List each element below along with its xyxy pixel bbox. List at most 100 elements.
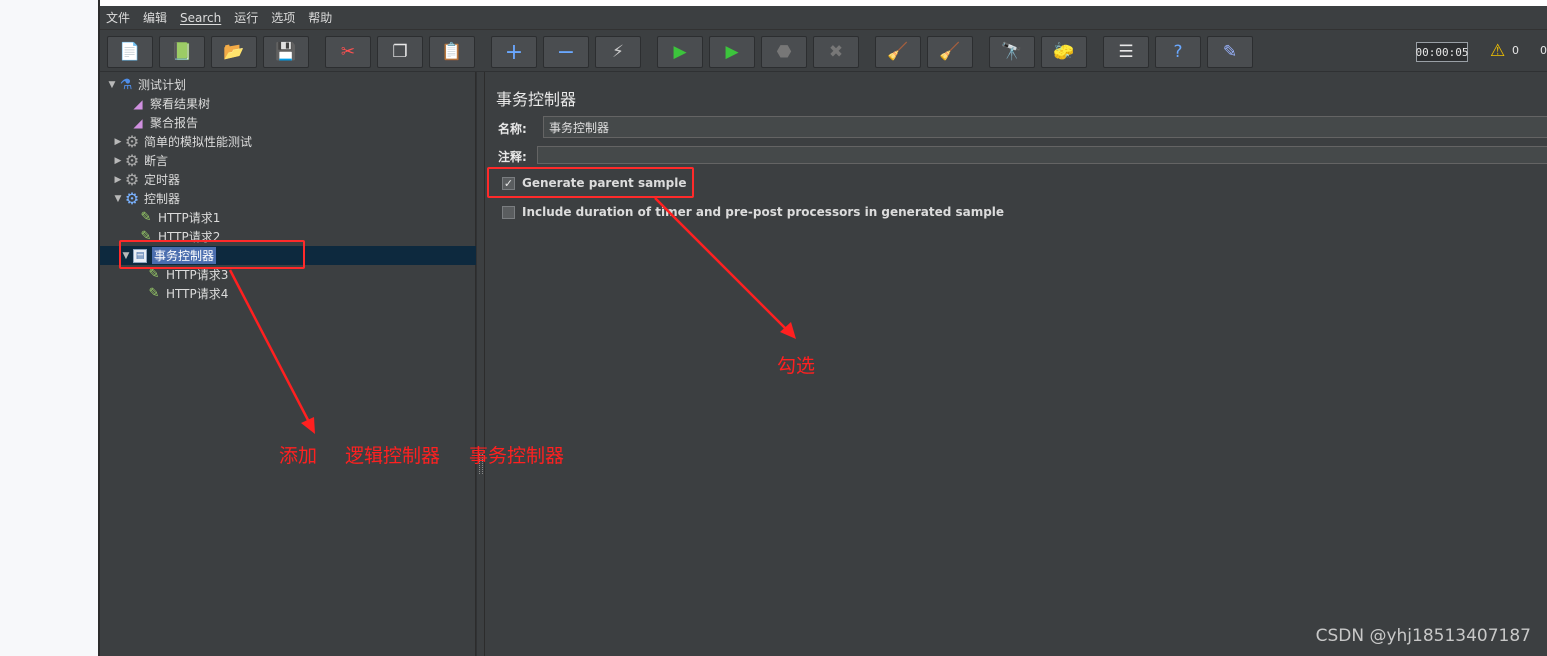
warning-count: 0: [1512, 44, 1519, 57]
include-timer-duration-checkbox[interactable]: [502, 205, 515, 219]
tree-node-http-1[interactable]: ✎ HTTP请求1: [126, 208, 221, 227]
gear-icon: ⚙: [124, 132, 140, 151]
start-no-timers-button[interactable]: ▶: [709, 36, 755, 68]
flask-icon: ⚗: [119, 76, 133, 93]
tree-node-label: 聚合报告: [150, 116, 199, 130]
tree-node-test-plan[interactable]: ▼ ⚗ 测试计划: [106, 75, 186, 94]
new-icon: 📄: [119, 42, 141, 62]
expand-toggle-icon[interactable]: ▶: [112, 175, 124, 185]
menu-file[interactable]: 文件: [106, 9, 130, 26]
clear-all-icon: 🧹: [939, 42, 961, 62]
menu-run[interactable]: 运行: [234, 9, 258, 26]
comment-field[interactable]: [537, 146, 1547, 164]
tree-node-label: 控制器: [144, 192, 181, 206]
panel-splitter[interactable]: [476, 72, 485, 656]
page-title: 事务控制器: [496, 90, 577, 109]
new-button[interactable]: 📄: [107, 36, 153, 68]
function-helper-icon: ☰: [1118, 42, 1134, 62]
annotation-add-text: 添加: [279, 445, 318, 467]
clear-icon: 🧹: [887, 42, 909, 62]
menu-options[interactable]: 选项: [271, 9, 295, 26]
start-icon: ▶: [673, 42, 687, 62]
threads-count: 0: [1540, 44, 1547, 57]
tree-node-simple-perf-test[interactable]: ▶ ⚙ 简单的模拟性能测试: [112, 132, 252, 151]
name-label: 名称:: [498, 122, 527, 136]
tree-node-controllers[interactable]: ▼ ⚙ 控制器: [112, 189, 180, 208]
search-binoculars-icon: 🔭: [1001, 42, 1023, 62]
remote-button[interactable]: ✎: [1207, 36, 1253, 68]
collapse-icon: −: [556, 39, 576, 65]
cut-button[interactable]: ✂: [325, 36, 371, 68]
test-plan-tree: ▼ ⚗ 测试计划 ◢ 察看结果树 ◢ 聚合报告 ▶ ⚙ 简单的模拟性能测试 ▶: [100, 72, 476, 656]
collapse-button[interactable]: −: [543, 36, 589, 68]
help-button[interactable]: ?: [1155, 36, 1201, 68]
function-helper-button[interactable]: ☰: [1103, 36, 1149, 68]
pipette-icon: ✎: [140, 210, 152, 225]
annotation-box-checkbox: [487, 167, 694, 198]
shutdown-button[interactable]: ✖: [813, 36, 859, 68]
tree-node-http-4[interactable]: ✎ HTTP请求4: [134, 284, 229, 303]
stop-icon: ⬣: [776, 42, 792, 62]
reset-search-button[interactable]: 🧽: [1041, 36, 1087, 68]
jmeter-window: 文件 编辑 Search 运行 选项 帮助 📄 📗 📂 💾 ✂ ❐ 📋 + − …: [98, 0, 1547, 656]
tree-node-aggregate-report[interactable]: ◢ 聚合报告: [118, 113, 198, 132]
expand-icon: +: [504, 39, 524, 65]
warning-icon[interactable]: ⚠: [1490, 41, 1505, 61]
expand-toggle-icon[interactable]: ▼: [112, 194, 124, 204]
open-icon: 📂: [223, 42, 245, 62]
copy-button[interactable]: ❐: [377, 36, 423, 68]
expand-toggle-icon[interactable]: ▼: [106, 80, 118, 90]
pipette-icon: ✎: [148, 286, 160, 301]
toggle-button[interactable]: ⚡: [595, 36, 641, 68]
menu-search[interactable]: Search: [180, 11, 221, 25]
name-field[interactable]: 事务控制器: [543, 116, 1547, 138]
expand-button[interactable]: +: [491, 36, 537, 68]
tree-node-assertions[interactable]: ▶ ⚙ 断言: [112, 151, 168, 170]
tree-node-label: HTTP请求4: [166, 287, 229, 301]
comment-label: 注释:: [498, 150, 527, 164]
tree-node-results-tree[interactable]: ◢ 察看结果树: [118, 94, 210, 113]
annotation-check-text: 勾选: [777, 355, 816, 377]
listener-chart-icon: ◢: [133, 115, 143, 130]
tree-node-label: 察看结果树: [150, 97, 211, 111]
toggle-icon: ⚡: [612, 42, 624, 62]
tree-node-label: 断言: [144, 154, 169, 168]
tree-node-label: 简单的模拟性能测试: [144, 135, 253, 149]
gear-icon: ⚙: [124, 189, 140, 208]
annotation-transaction-controller-text: 事务控制器: [469, 445, 565, 467]
search-button[interactable]: 🔭: [989, 36, 1035, 68]
clear-button[interactable]: 🧹: [875, 36, 921, 68]
annotation-logic-controller-text: 逻辑控制器: [345, 445, 441, 467]
menu-help[interactable]: 帮助: [308, 9, 332, 26]
stop-button[interactable]: ⬣: [761, 36, 807, 68]
copy-icon: ❐: [392, 42, 408, 62]
clear-all-button[interactable]: 🧹: [927, 36, 973, 68]
elapsed-timer: 00:00:05: [1416, 42, 1469, 62]
templates-button[interactable]: 📗: [159, 36, 205, 68]
paste-icon: 📋: [441, 42, 463, 62]
menu-bar: 文件 编辑 Search 运行 选项 帮助: [100, 6, 1547, 30]
gear-icon: ⚙: [124, 170, 140, 189]
save-icon: 💾: [275, 42, 297, 62]
cut-icon: ✂: [340, 42, 356, 62]
tree-node-label: HTTP请求1: [158, 211, 221, 225]
tree-node-timers[interactable]: ▶ ⚙ 定时器: [112, 170, 180, 189]
toolbar: 📄 📗 📂 💾 ✂ ❐ 📋 + − ⚡ ▶ ▶ ⬣ ✖ 🧹 🧹 🔭 🧽 ☰ ? …: [100, 30, 1547, 72]
gear-icon: ⚙: [124, 151, 140, 170]
save-button[interactable]: 💾: [263, 36, 309, 68]
tree-node-label: 测试计划: [138, 78, 187, 92]
listener-chart-icon: ◢: [133, 96, 143, 111]
include-timer-duration-option[interactable]: Include duration of timer and pre-post p…: [502, 205, 1004, 219]
expand-toggle-icon[interactable]: ▶: [112, 137, 124, 147]
paste-button[interactable]: 📋: [429, 36, 475, 68]
start-button[interactable]: ▶: [657, 36, 703, 68]
controller-editor: 事务控制器 名称: 事务控制器 注释: ✓ Generate parent sa…: [485, 72, 1547, 656]
remote-icon: ✎: [1222, 42, 1238, 62]
help-icon: ?: [1173, 42, 1183, 62]
open-button[interactable]: 📂: [211, 36, 257, 68]
start-no-timers-icon: ▶: [725, 42, 739, 62]
reset-search-icon: 🧽: [1053, 42, 1075, 62]
checkbox-label: Include duration of timer and pre-post p…: [522, 205, 1005, 219]
expand-toggle-icon[interactable]: ▶: [112, 156, 124, 166]
menu-edit[interactable]: 编辑: [143, 9, 167, 26]
